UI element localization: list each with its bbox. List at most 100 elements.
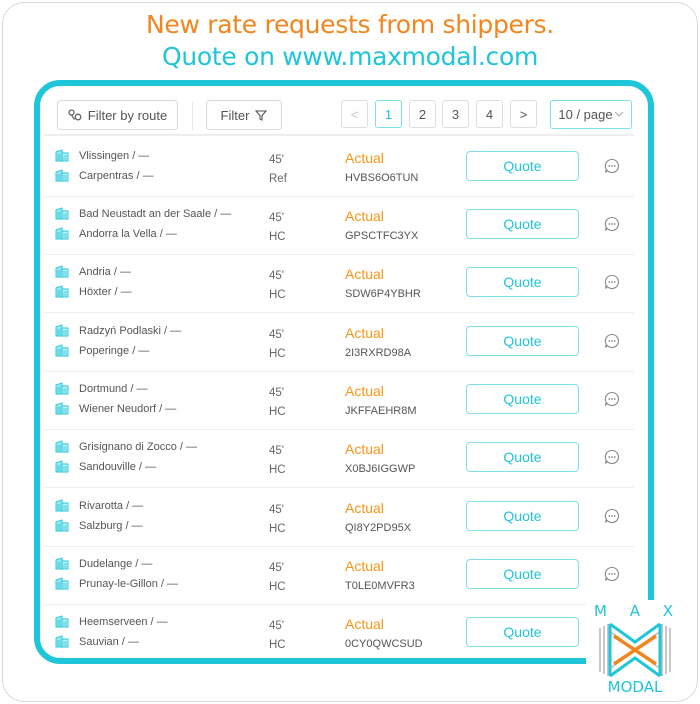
container-type: HC: [269, 464, 286, 476]
container-type: HC: [269, 523, 286, 535]
container-type: Ref: [269, 173, 287, 185]
page-size-select[interactable]: 10 / page: [550, 100, 632, 129]
building-icon: [55, 285, 69, 298]
request-code: T0LE0MVFR3: [345, 580, 415, 592]
request-code: QI8Y2PD95X: [345, 522, 412, 534]
filter-by-route-button[interactable]: Filter by route: [57, 100, 178, 130]
pagination-next-button[interactable]: >: [510, 100, 537, 128]
destination-city: Sauvian / —: [79, 636, 139, 648]
building-icon: [55, 557, 69, 570]
container-size: 45': [269, 329, 284, 341]
container-size: 45': [269, 212, 284, 224]
origin-city: Rivarotta / —: [79, 500, 144, 512]
request-row: Vlissingen / — Carpentras / — 45' Ref Actual…: [44, 138, 634, 197]
filter-label: Filter: [220, 107, 250, 123]
chat-icon[interactable]: [604, 508, 620, 524]
container-size: 45': [269, 387, 284, 399]
building-icon: [55, 499, 69, 512]
destination-city: Carpentras / —: [79, 170, 154, 182]
status-label: Actual: [345, 441, 384, 457]
status-label: Actual: [345, 266, 384, 282]
quote-button[interactable]: Quote: [466, 442, 579, 472]
logo-text-modal: MODAL: [607, 678, 663, 696]
quote-button[interactable]: Quote: [466, 559, 579, 589]
pagination-page-1[interactable]: 1: [375, 100, 402, 128]
destination-city: Poperinge / —: [79, 345, 150, 357]
destination-city: Prunay-le-Gillon / —: [79, 578, 179, 590]
chat-icon[interactable]: [604, 333, 620, 349]
building-icon: [55, 440, 69, 453]
status-label: Actual: [345, 558, 384, 574]
container-size: 45': [269, 445, 284, 457]
headline-teal: Quote on www.maxmodal.com: [161, 42, 539, 71]
origin-city: Dudelange / —: [79, 558, 153, 570]
status-label: Actual: [345, 616, 384, 632]
quote-button[interactable]: Quote: [466, 501, 579, 531]
pagination-page-2[interactable]: 2: [409, 100, 436, 128]
quote-button[interactable]: Quote: [466, 267, 579, 297]
request-row: Rivarotta / — Salzburg / — 45' HC Actual QI8Y…: [44, 488, 634, 547]
quote-button[interactable]: Quote: [466, 151, 579, 181]
building-icon: [55, 169, 69, 182]
filter-button[interactable]: Filter: [206, 100, 282, 130]
building-icon: [55, 149, 69, 162]
quote-button[interactable]: Quote: [466, 384, 579, 414]
logo-text-max: M A X: [593, 602, 682, 620]
container-type: HC: [269, 639, 286, 651]
container-type: HC: [269, 581, 286, 593]
destination-city: Sandouville / —: [79, 461, 157, 473]
status-label: Actual: [345, 383, 384, 399]
pagination-page-3[interactable]: 3: [442, 100, 469, 128]
origin-city: Andria / —: [79, 266, 131, 278]
request-code: X0BJ6IGGWP: [345, 463, 416, 475]
request-row: Radzyń Podlaski / — Poperinge / — 45' HC Act…: [44, 313, 634, 372]
status-label: Actual: [345, 325, 384, 341]
request-row: Andria / — Höxter / — 45' HC Actual SDW6P4YBH…: [44, 254, 634, 313]
chat-icon[interactable]: [604, 274, 620, 290]
quote-button[interactable]: Quote: [466, 209, 579, 239]
request-row: Grisignano di Zocco / — Sandouville / — 45…: [44, 429, 634, 488]
destination-city: Andorra la Vella / —: [79, 228, 177, 240]
destination-city: Salzburg / —: [79, 520, 143, 532]
destination-city: Wiener Neudorf / —: [79, 403, 177, 415]
chat-icon[interactable]: [604, 566, 620, 582]
container-type: HC: [269, 289, 286, 301]
building-icon: [55, 227, 69, 240]
request-row: Bad Neustadt an der Saale / — Andorra la …: [44, 196, 634, 255]
building-icon: [55, 265, 69, 278]
logo-x-mark-icon: [599, 622, 671, 678]
headline-orange: New rate requests from shippers.: [146, 10, 554, 39]
origin-city: Bad Neustadt an der Saale / —: [79, 208, 232, 220]
request-row: Dortmund / — Wiener Neudorf / — 45' HC Actua…: [44, 371, 634, 430]
origin-city: Dortmund / —: [79, 383, 148, 395]
status-label: Actual: [345, 500, 384, 516]
building-icon: [55, 635, 69, 648]
origin-city: Radzyń Podlaski / —: [79, 325, 182, 337]
building-icon: [55, 519, 69, 532]
building-icon: [55, 615, 69, 628]
request-row: Heemserveen / — Sauvian / — 45' HC Actual 0CY…: [44, 604, 634, 662]
chevron-down-icon: [614, 111, 623, 117]
chat-icon[interactable]: [604, 449, 620, 465]
pagination-prev-button[interactable]: <: [341, 100, 368, 128]
pagination-page-4[interactable]: 4: [476, 100, 503, 128]
building-icon: [55, 402, 69, 415]
chat-icon[interactable]: [604, 216, 620, 232]
toolbar: Filter by route Filter < 1 2 3 4 > 10 / …: [44, 90, 634, 136]
building-icon: [55, 324, 69, 337]
container-size: 45': [269, 270, 284, 282]
chat-icon[interactable]: [604, 391, 620, 407]
toolbar-divider: [192, 102, 193, 130]
container-type: HC: [269, 348, 286, 360]
request-code: 0CY0QWCSUD: [345, 638, 423, 650]
chat-icon[interactable]: [604, 158, 620, 174]
request-row: Dudelange / — Prunay-le-Gillon / — 45' HC Ac…: [44, 546, 634, 605]
building-icon: [55, 344, 69, 357]
quote-button[interactable]: Quote: [466, 617, 579, 647]
page-size-value: 10 / page: [558, 107, 613, 122]
building-icon: [55, 460, 69, 473]
container-size: 45': [269, 504, 284, 516]
route-pin-icon: [68, 109, 82, 121]
request-code: HVBS6O6TUN: [345, 172, 419, 184]
quote-button[interactable]: Quote: [466, 326, 579, 356]
